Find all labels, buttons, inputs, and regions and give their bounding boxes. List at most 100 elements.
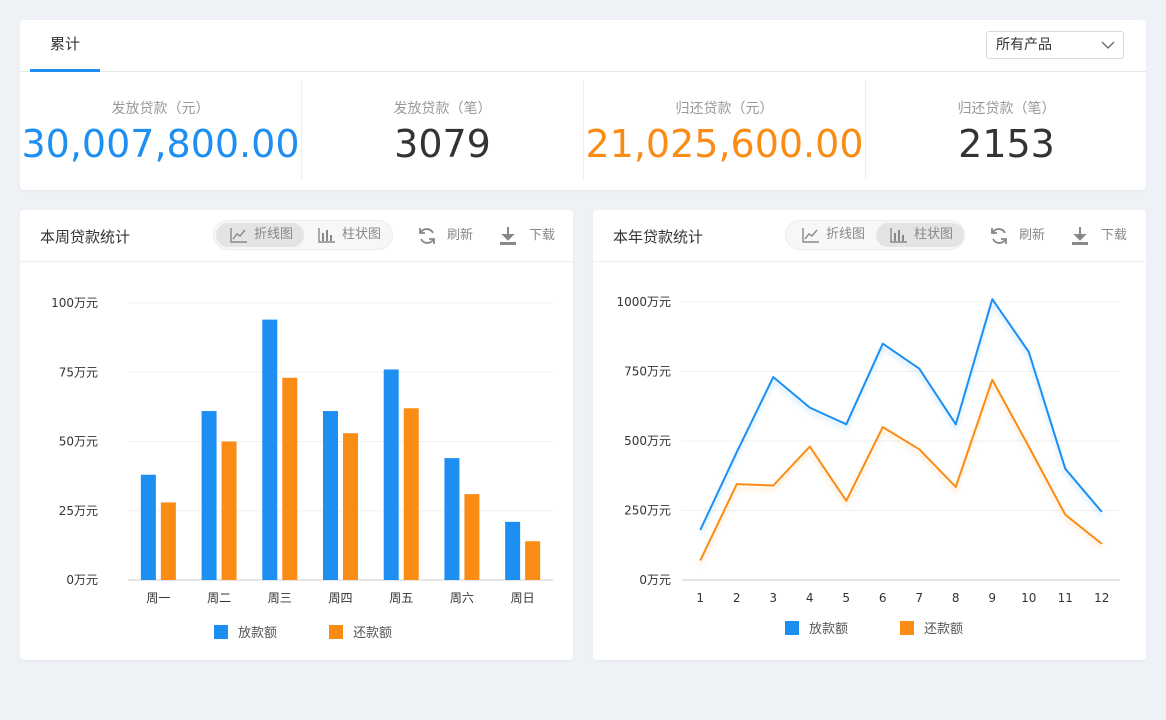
legend-swatch xyxy=(900,621,914,635)
bar-repaid[interactable] xyxy=(403,408,419,580)
stat-repaid-count: 归还贷款（笔） 2153 xyxy=(866,80,1147,180)
x-tick-label: 8 xyxy=(952,591,960,605)
stat-issued-count: 发放贷款（笔） 3079 xyxy=(302,80,583,180)
legend-swatch xyxy=(329,625,343,639)
download-label: 下载 xyxy=(1101,228,1128,243)
bar-issued[interactable] xyxy=(444,458,460,580)
bar-issued[interactable] xyxy=(201,411,217,580)
chevron-down-icon xyxy=(1101,41,1115,49)
card-title: 本年贷款统计 xyxy=(613,228,704,246)
y-tick-label: 50万元 xyxy=(59,435,98,449)
x-tick-label: 4 xyxy=(806,591,814,605)
y-tick-label: 1000万元 xyxy=(616,295,671,309)
y-tick-label: 100万元 xyxy=(51,296,98,310)
x-tick-label: 9 xyxy=(988,591,996,605)
bar-repaid[interactable] xyxy=(464,494,480,580)
x-tick-label: 6 xyxy=(879,591,887,605)
y-tick-label: 250万元 xyxy=(624,504,671,518)
series-line-repaid[interactable] xyxy=(699,378,1103,561)
bar-repaid[interactable] xyxy=(343,433,358,580)
stat-value: 30,007,800.00 xyxy=(21,122,300,166)
y-tick-label: 75万元 xyxy=(59,365,98,379)
line-chart-icon xyxy=(802,228,819,243)
card-title: 本周贷款统计 xyxy=(40,228,131,246)
card-header: 本周贷款统计 折线图 柱状图 刷新 下载 xyxy=(20,210,573,262)
line-chart-button[interactable]: 折线图 xyxy=(788,223,876,247)
bar-repaid[interactable] xyxy=(525,541,541,580)
stat-label: 归还贷款（笔） xyxy=(957,101,1056,117)
series-line-issued[interactable] xyxy=(699,298,1103,531)
bar-chart-label: 柱状图 xyxy=(914,227,954,242)
chart-type-toggle: 折线图 柱状图 xyxy=(213,220,393,250)
stat-label: 发放贷款（元） xyxy=(111,101,210,117)
tab-bar: 累计 所有产品 xyxy=(20,20,1146,72)
product-filter-value: 所有产品 xyxy=(996,37,1052,53)
bar-issued[interactable] xyxy=(323,411,338,580)
x-tick-label: 周二 xyxy=(207,591,231,605)
y-tick-label: 0万元 xyxy=(66,573,98,587)
bar-repaid[interactable] xyxy=(282,377,298,580)
yearly-loan-chart-card: 本年贷款统计 折线图 柱状图 刷新 下载 0万元 250万元 500万元 750万元 1… xyxy=(593,210,1146,660)
yearly-line-chart: 0万元250万元500万元750万元1000万元1 2 3 4 5 6 7 8 9 10 11 12放… xyxy=(616,295,1120,637)
card-header: 本年贷款统计 折线图 柱状图 刷新 下载 xyxy=(593,210,1146,262)
weekly-bar-chart: 0万元 25万元 50万元 75万元 100万元周一 周二 周三 周四 周五 周六 周日放款额 还款额 xyxy=(51,296,553,641)
x-tick-label: 周六 xyxy=(450,591,474,605)
stat-label: 归还贷款（元） xyxy=(675,101,774,117)
x-tick-label: 10 xyxy=(1021,591,1036,605)
x-tick-label: 周五 xyxy=(389,591,413,605)
chart-type-toggle: 折线图 柱状图 xyxy=(785,220,965,250)
stat-value: 3079 xyxy=(394,122,491,166)
x-tick-label: 周四 xyxy=(328,591,352,605)
summary-card: 累计 所有产品 发放贷款（元） 30,007,800.00 发放贷款（笔） 30… xyxy=(20,20,1146,190)
bar-repaid[interactable] xyxy=(160,502,176,580)
bar-issued[interactable] xyxy=(383,369,399,580)
line-chart-button[interactable]: 折线图 xyxy=(216,223,304,247)
bar-chart-icon xyxy=(318,228,335,243)
x-tick-label: 3 xyxy=(769,591,777,605)
tab-cumulative[interactable]: 累计 xyxy=(30,20,100,71)
tab-active-indicator xyxy=(30,69,100,72)
y-tick-label: 750万元 xyxy=(624,365,671,379)
bar-chart-button[interactable]: 柱状图 xyxy=(876,223,964,247)
refresh-icon xyxy=(419,228,435,244)
refresh-label: 刷新 xyxy=(447,228,474,243)
legend-label[interactable]: 放款额 xyxy=(809,622,848,637)
x-tick-label: 11 xyxy=(1058,591,1073,605)
bar-chart-label: 柱状图 xyxy=(342,227,382,242)
legend-swatch xyxy=(785,621,799,635)
stat-label: 发放贷款（笔） xyxy=(393,101,492,117)
legend-label[interactable]: 放款额 xyxy=(238,626,277,641)
bar-chart-button[interactable]: 柱状图 xyxy=(304,223,392,247)
x-tick-label: 1 xyxy=(696,591,704,605)
legend-label[interactable]: 还款额 xyxy=(353,626,392,641)
download-icon xyxy=(500,227,516,245)
refresh-label: 刷新 xyxy=(1019,228,1046,243)
legend-label[interactable]: 还款额 xyxy=(924,622,963,637)
x-tick-label: 周三 xyxy=(268,591,292,605)
line-chart-label: 折线图 xyxy=(826,227,866,242)
x-tick-label: 周一 xyxy=(146,591,170,605)
weekly-loan-chart-card: 本周贷款统计 折线图 柱状图 刷新 下载 0万元 25万元 50万元 75万元 100万… xyxy=(20,210,573,660)
download-label: 下载 xyxy=(529,228,556,243)
bar-issued[interactable] xyxy=(262,319,278,580)
y-tick-label: 0万元 xyxy=(639,573,671,587)
y-tick-label: 25万元 xyxy=(59,504,98,518)
stat-value: 2153 xyxy=(958,122,1055,166)
x-tick-label: 7 xyxy=(915,591,923,605)
bar-repaid[interactable] xyxy=(221,441,237,581)
product-filter-select[interactable]: 所有产品 xyxy=(986,31,1124,59)
refresh-icon xyxy=(991,228,1007,244)
bar-issued[interactable] xyxy=(140,474,156,580)
download-icon xyxy=(1072,227,1088,245)
y-tick-label: 500万元 xyxy=(624,434,671,448)
legend-swatch xyxy=(214,625,228,639)
stat-issued-amount: 发放贷款（元） 30,007,800.00 xyxy=(20,80,301,180)
line-chart-icon xyxy=(230,228,247,243)
line-chart-label: 折线图 xyxy=(254,227,294,242)
x-tick-label: 2 xyxy=(733,591,741,605)
x-tick-label: 周日 xyxy=(511,591,535,605)
bar-chart-icon xyxy=(890,228,907,243)
stat-repaid-amount: 归还贷款（元） 21,025,600.00 xyxy=(584,80,865,180)
x-tick-label: 5 xyxy=(842,591,850,605)
bar-issued[interactable] xyxy=(505,521,521,580)
